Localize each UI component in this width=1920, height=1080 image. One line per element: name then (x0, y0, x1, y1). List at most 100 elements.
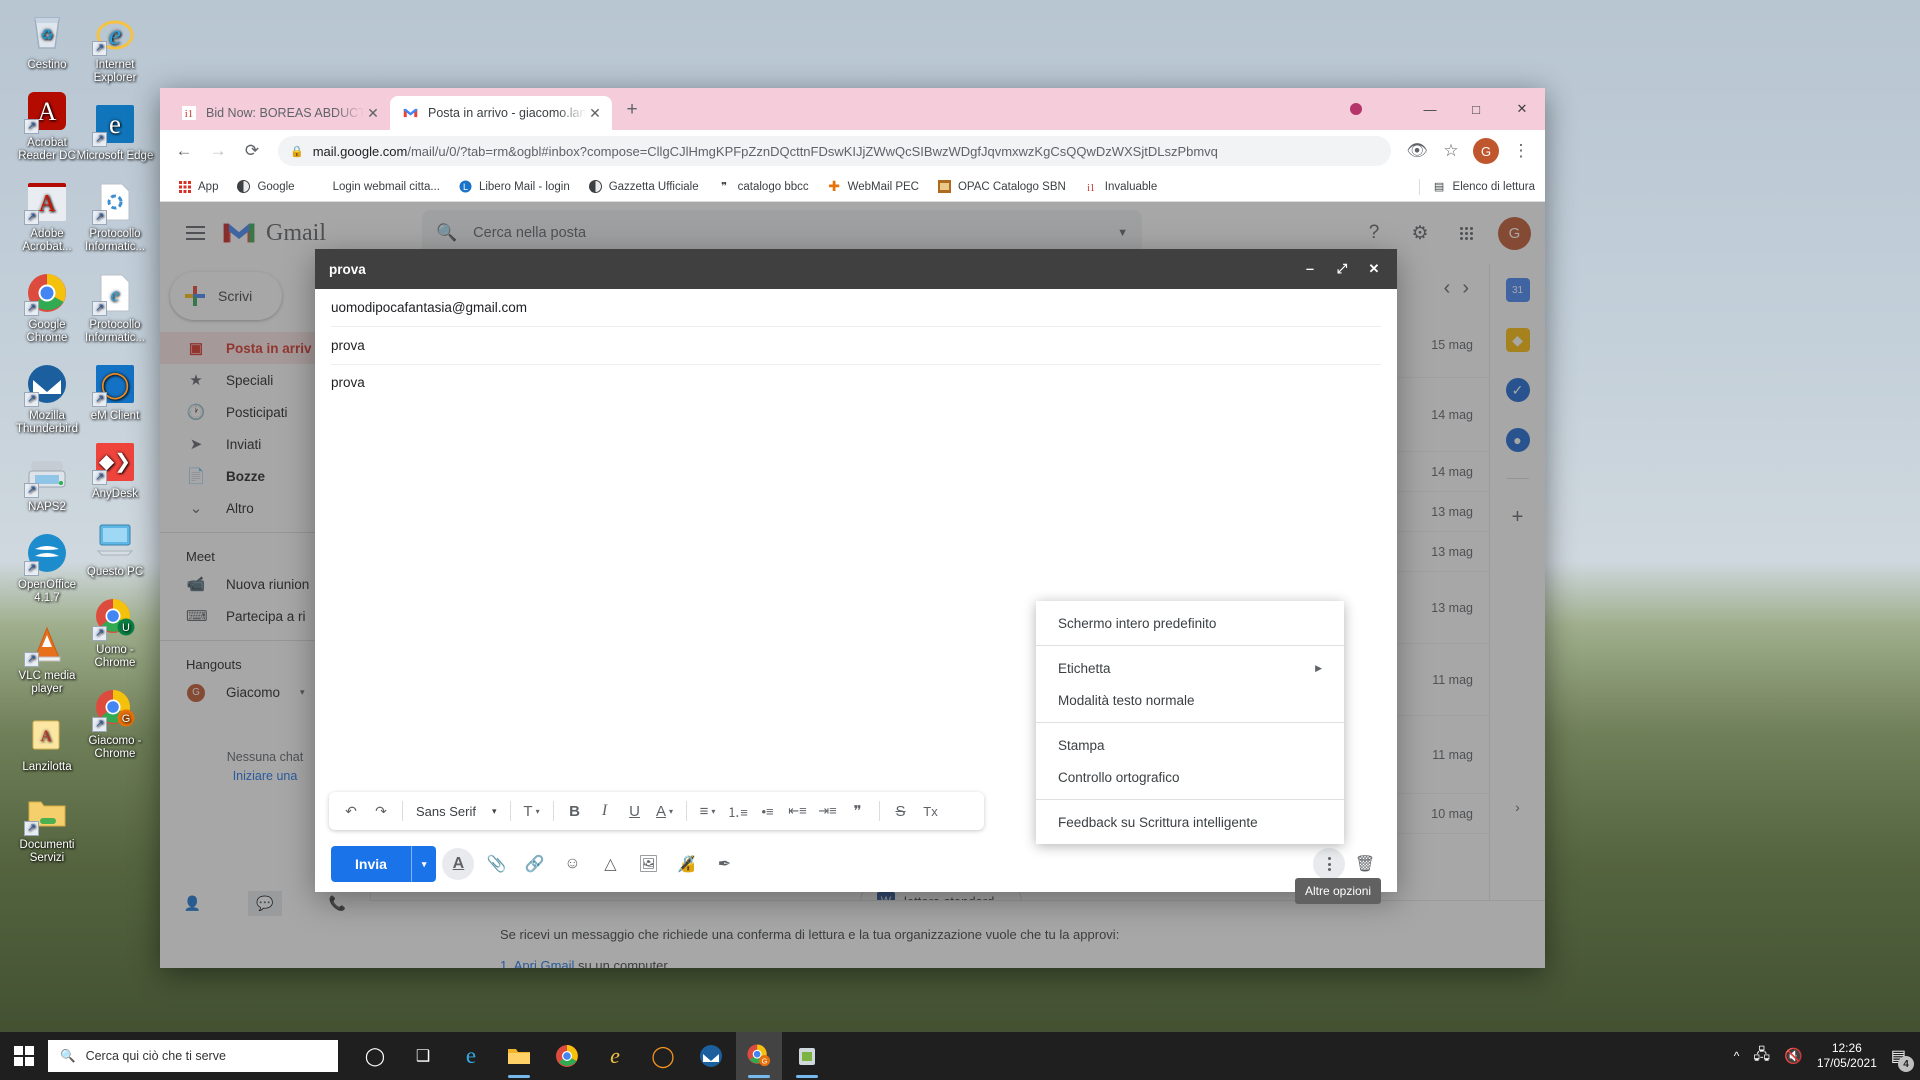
compose-header[interactable]: prova ‒ ⤢ ✕ (315, 249, 1397, 289)
em-client-icon[interactable]: ◯ (640, 1032, 686, 1080)
cortana-icon[interactable]: ◯ (352, 1032, 398, 1080)
close-compose-icon[interactable]: ✕ (1365, 261, 1383, 277)
menu-item-etichetta[interactable]: Etichetta ▶ (1036, 652, 1344, 684)
desktop-icon-documenti-servizi[interactable]: ↗ Documenti Servizi (8, 790, 86, 865)
subject-field[interactable]: prova (331, 327, 1381, 365)
thunderbird-icon[interactable] (688, 1032, 734, 1080)
desktop-icon-lanzilotta[interactable]: A Lanzilotta (8, 712, 86, 774)
back-icon[interactable]: ← (168, 135, 200, 167)
desktop-icon-em-client[interactable]: ◯ ↗ eM Client (76, 361, 154, 423)
expand-compose-icon[interactable]: ⤢ (1333, 261, 1351, 277)
reload-icon[interactable]: ⟳ (236, 135, 268, 167)
desktop-icon-giacomo-chrome[interactable]: G ↗ Giacomo - Chrome (76, 686, 154, 761)
indent-more-icon[interactable]: ⇥≡ (814, 797, 842, 825)
profile-avatar[interactable]: G (1473, 138, 1499, 164)
desktop-icon-adobe-acrobat[interactable]: A ↗ Adobe Acrobat... (8, 179, 86, 254)
address-bar[interactable]: 🔒 mail.google.com/mail/u/0/?tab=rm&ogbl#… (278, 136, 1391, 166)
bookmark-app[interactable]: App (170, 176, 225, 197)
desktop-icon-google-chrome[interactable]: ↗ Google Chrome (8, 270, 86, 345)
internet-explorer-icon[interactable]: e (592, 1032, 638, 1080)
insert-emoji-icon[interactable]: ☺ (556, 848, 588, 880)
naps2-icon[interactable] (784, 1032, 830, 1080)
desktop-icon-uomo-chrome[interactable]: U ↗ Uomo - Chrome (76, 595, 154, 670)
send-button[interactable]: Invia ▾ (331, 846, 437, 882)
align-icon[interactable]: ≡ ▾ (694, 797, 722, 825)
menu-item-feedback-scrittura-intelligente[interactable]: Feedback su Scrittura intelligente (1036, 806, 1344, 838)
chrome-icon[interactable] (544, 1032, 590, 1080)
browser-tab-bid-now[interactable]: i1 Bid Now: BOREAS ABDUCTING O ✕ (168, 96, 390, 130)
format-text-icon[interactable]: A (442, 848, 475, 880)
desktop-icon-thunderbird[interactable]: ↗ Mozilla Thunderbird (8, 361, 86, 436)
bookmark-star-icon[interactable]: ☆ (1435, 135, 1467, 167)
desktop-icon-acrobat-reader[interactable]: A ↗ Acrobat Reader DC (8, 88, 86, 163)
desktop-icon-anydesk[interactable]: ◆❯ ↗ AnyDesk (76, 439, 154, 501)
new-tab-button[interactable]: + (618, 96, 646, 124)
font-family-selector[interactable]: Sans Serif ▾ (410, 804, 503, 819)
bookmark-libero-mail[interactable]: L Libero Mail - login (451, 176, 577, 197)
network-icon[interactable]: 🖧 (1753, 1044, 1770, 1069)
recipient-field[interactable]: uomodipocafantasia@gmail.com (331, 289, 1381, 327)
minimize-button[interactable]: — (1407, 88, 1453, 130)
desktop-icon-protocollo-informatico-1[interactable]: ↗ Protocollo Informatic... (76, 179, 154, 254)
desktop-icon-protocollo-informatico-2[interactable]: e ↗ Protocollo Informatic... (76, 270, 154, 345)
bookmark-gazzetta-ufficiale[interactable]: Gazzetta Ufficiale (581, 176, 706, 197)
bookmark-webmail-pec[interactable]: ✚ WebMail PEC (820, 176, 926, 197)
bookmark-google[interactable]: Google (229, 176, 301, 197)
forward-icon[interactable]: → (202, 135, 234, 167)
insert-photo-icon[interactable]: 🖼 (632, 848, 664, 880)
taskbar-search-input[interactable]: 🔍 Cerca qui ciò che ti serve (48, 1040, 338, 1072)
close-icon[interactable]: ✕ (364, 105, 382, 122)
font-size-selector[interactable]: T ▾ (518, 797, 546, 825)
clock[interactable]: 12:26 17/05/2021 (1817, 1041, 1877, 1071)
volume-muted-icon[interactable]: 🔇 (1784, 1047, 1803, 1065)
attach-file-icon[interactable]: 📎 (480, 848, 512, 880)
bold-icon[interactable]: B (561, 797, 589, 825)
underline-icon[interactable]: U (621, 797, 649, 825)
task-view-icon[interactable]: ❑ (400, 1032, 446, 1080)
minimize-compose-icon[interactable]: ‒ (1301, 261, 1319, 277)
maximize-button[interactable]: □ (1453, 88, 1499, 130)
menu-item-modalita-testo-normale[interactable]: Modalità testo normale (1036, 684, 1344, 716)
chrome-menu-icon[interactable]: ⋮ (1505, 135, 1537, 167)
desktop-icon-internet-explorer[interactable]: e ↗ Internet Explorer (76, 10, 154, 85)
trash-icon[interactable]: 🗑 (1349, 848, 1381, 880)
menu-item-stampa[interactable]: Stampa (1036, 729, 1344, 761)
bookmark-login-webmail[interactable]: Login webmail citta... (326, 178, 447, 196)
desktop-icon-microsoft-edge[interactable]: e ↗ Microsoft Edge (76, 101, 154, 163)
strikethrough-icon[interactable]: S (887, 797, 915, 825)
desktop-icon-cestino[interactable]: ♻ Cestino (8, 10, 86, 72)
italic-icon[interactable]: I (591, 797, 619, 825)
quote-icon[interactable]: ❞ (844, 797, 872, 825)
notifications-icon[interactable]: ▤ 4 (1891, 1046, 1914, 1072)
insert-drive-icon[interactable]: △ (594, 848, 626, 880)
bookmark-catalogo-bbcc[interactable]: ❞ catalogo bbcc (710, 176, 816, 197)
desktop-icon-questo-pc[interactable]: Questo PC (76, 517, 154, 579)
edge-icon[interactable]: e (448, 1032, 494, 1080)
insert-link-icon[interactable]: 🔗 (518, 848, 550, 880)
more-options-icon[interactable] (1313, 848, 1345, 880)
chrome-giacomo-icon[interactable]: G (736, 1032, 782, 1080)
menu-item-schermo-intero-predefinito[interactable]: Schermo intero predefinito (1036, 607, 1344, 639)
desktop-icon-vlc[interactable]: ↗ VLC media player (8, 621, 86, 696)
menu-item-controllo-ortografico[interactable]: Controllo ortografico (1036, 761, 1344, 793)
undo-icon[interactable]: ↶ (337, 797, 365, 825)
confidential-mode-icon[interactable]: 🔏 (670, 848, 702, 880)
redo-icon[interactable]: ↷ (367, 797, 395, 825)
bulleted-list-icon[interactable]: •≡ (754, 797, 782, 825)
send-options-icon[interactable]: ▾ (410, 846, 437, 882)
windows-start-icon[interactable] (0, 1032, 48, 1080)
close-icon[interactable]: ✕ (586, 105, 604, 122)
view-site-information-icon[interactable]: 👁 (1401, 135, 1433, 167)
show-hidden-icons-icon[interactable]: ^ (1734, 1049, 1740, 1063)
desktop-icon-openoffice[interactable]: ↗ OpenOffice 4.1.7 (8, 530, 86, 605)
browser-tab-gmail[interactable]: Posta in arrivo - giacomo.lanzilot ✕ (390, 96, 612, 130)
reading-list-button[interactable]: ▤ Elenco di lettura (1413, 178, 1535, 195)
bookmark-opac-catalogo-sbn[interactable]: OPAC Catalogo SBN (930, 176, 1073, 197)
indent-less-icon[interactable]: ⇤≡ (784, 797, 812, 825)
desktop-icon-naps2[interactable]: ↗ NAPS2 (8, 452, 86, 514)
bookmark-invaluable[interactable]: i1 Invaluable (1077, 176, 1164, 197)
file-explorer-icon[interactable] (496, 1032, 542, 1080)
numbered-list-icon[interactable]: ⒈≡ (724, 797, 752, 825)
text-color-icon[interactable]: A ▾ (651, 797, 679, 825)
remove-formatting-icon[interactable]: Tx (917, 797, 945, 825)
